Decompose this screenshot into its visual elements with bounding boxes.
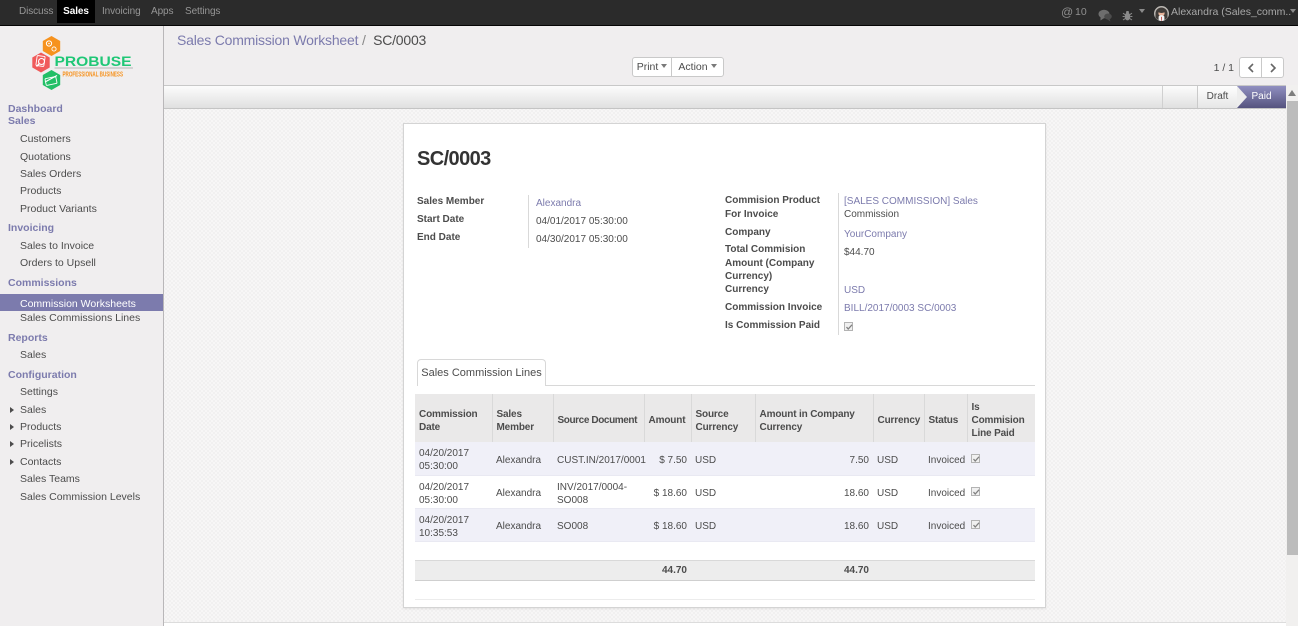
svg-text:PROBUSE: PROBUSE bbox=[55, 54, 132, 69]
svg-text:PROFESSIONAL BUSINESS: PROFESSIONAL BUSINESS bbox=[63, 72, 124, 79]
